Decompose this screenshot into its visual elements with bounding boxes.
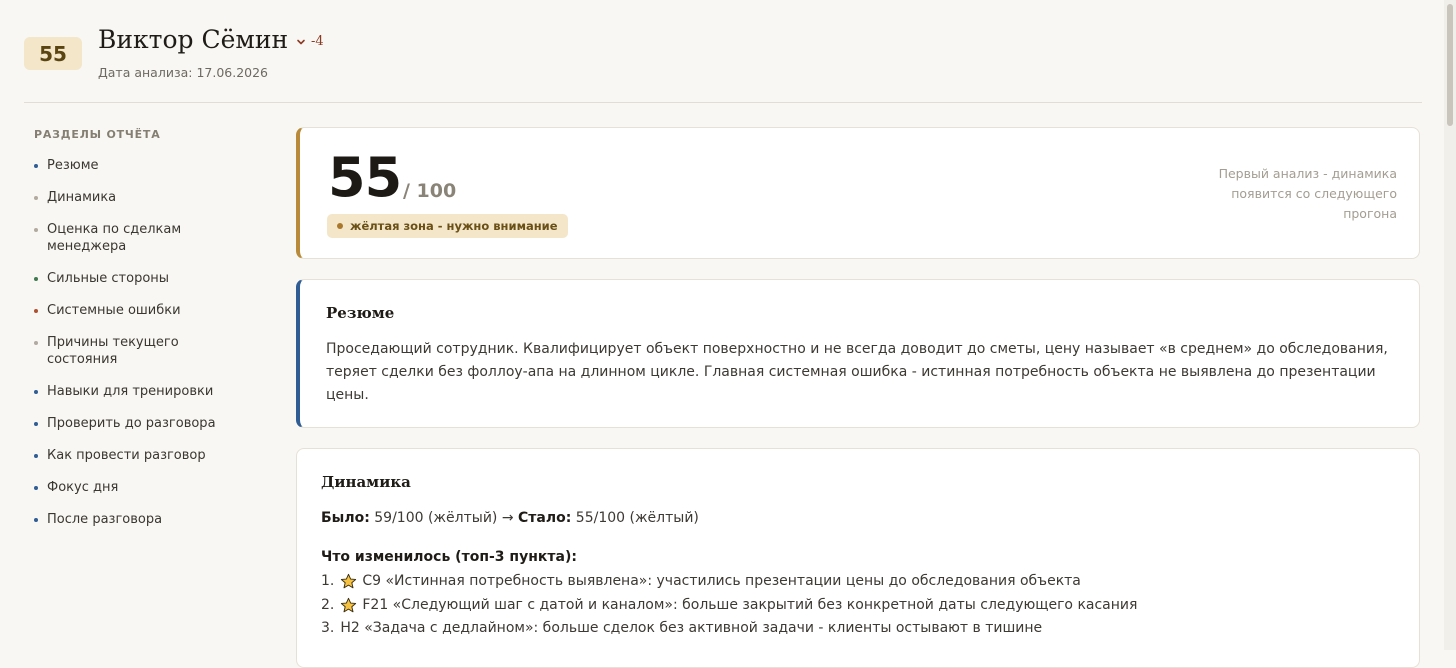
sidebar-item[interactable]: Навыки для тренировки — [34, 383, 222, 400]
zone-dot-icon — [337, 223, 343, 229]
bullet-dot-icon — [34, 196, 38, 200]
change-number: 2. — [321, 596, 335, 613]
zone-label: жёлтая зона - нужно внимание — [350, 219, 558, 233]
scrollbar-thumb[interactable] — [1447, 4, 1453, 126]
sidebar-item-label: Причины текущего состояния — [47, 335, 179, 367]
change-item: 3. H2 «Задача с дедлайном»: больше сделок… — [321, 617, 1137, 641]
change-text: H2 «Задача с дедлайном»: больше сделок б… — [340, 620, 1043, 636]
sidebar-item-label: Как провести разговор — [47, 448, 206, 463]
was-value: 59/100 (жёлтый) — [374, 510, 498, 526]
change-text: C9 «Истинная потребность выявлена»: учас… — [362, 573, 1081, 589]
resume-title: Резюме — [326, 304, 395, 322]
sidebar-item-label: Системные ошибки — [47, 303, 181, 318]
sidebar-item[interactable]: Фокус дня — [34, 479, 222, 496]
sidebar-item-label: Навыки для тренировки — [47, 384, 214, 399]
score-max: / 100 — [403, 180, 457, 202]
sidebar-item[interactable]: Сильные стороны — [34, 270, 222, 287]
resume-text: Проседающий сотрудник. Квалифицирует объ… — [326, 341, 1388, 403]
trend-value: -4 — [311, 34, 324, 49]
now-label: Стало: — [518, 510, 572, 526]
bullet-dot-icon — [34, 486, 38, 490]
sidebar-item-label: После разговора — [47, 512, 163, 527]
sidebar-item-label: Динамика — [47, 190, 117, 205]
page-scrollbar[interactable] — [1444, 0, 1456, 650]
sidebar-item[interactable]: Причины текущего состояния — [34, 334, 222, 368]
total-score: 55 — [328, 146, 402, 209]
change-item: 1. C9 «Истинная потребность выявлена»: уч… — [321, 570, 1137, 594]
header-divider — [24, 102, 1422, 103]
changes-title: Что изменилось (топ-3 пункта): — [321, 549, 577, 565]
sidebar-item[interactable]: Динамика — [34, 189, 222, 206]
dynamics-card: Динамика Было: 59/100 (жёлтый) → Стало: … — [296, 448, 1420, 668]
was-label: Было: — [321, 510, 370, 526]
change-item: 2. F21 «Следующий шаг с датой и каналом»:… — [321, 594, 1137, 618]
sidebar-item[interactable]: Проверить до разговора — [34, 415, 222, 432]
now-value: 55/100 (жёлтый) — [575, 510, 699, 526]
sidebar-item-label: Оценка по сделкам менеджера — [47, 222, 182, 254]
report-header: 55 Виктор Сёмин -4 Дата анализа: 17.06.2… — [24, 25, 1422, 102]
changes-list: 1. C9 «Истинная потребность выявлена»: уч… — [321, 570, 1137, 641]
chevron-down-icon — [297, 39, 305, 44]
change-number: 1. — [321, 573, 335, 589]
bullet-dot-icon — [34, 164, 38, 168]
sidebar-item[interactable]: После разговора — [34, 511, 222, 528]
bullet-dot-icon — [34, 518, 38, 522]
sidebar-item-label: Резюме — [47, 158, 99, 173]
sidebar-item[interactable]: Системные ошибки — [34, 302, 222, 319]
bullet-dot-icon — [34, 277, 38, 281]
score-badge: 55 — [24, 37, 82, 70]
zone-badge: жёлтая зона - нужно внимание — [327, 214, 568, 238]
change-number: 3. — [321, 620, 335, 636]
change-text: F21 «Следующий шаг с датой и каналом»: б… — [362, 596, 1138, 613]
sidebar-item[interactable]: Как провести разговор — [34, 447, 222, 464]
score-trend: -4 — [296, 34, 324, 49]
bullet-dot-icon — [34, 309, 38, 313]
sidebar-item-label: Сильные стороны — [47, 271, 170, 286]
bullet-dot-icon — [34, 390, 38, 394]
report-sections-nav: РАЗДЕЛЫ ОТЧЁТА Резюме Динамика Оценка по с… — [34, 128, 254, 543]
bullet-dot-icon — [34, 422, 38, 426]
star-icon — [340, 597, 357, 614]
sidebar-item[interactable]: Резюме — [34, 157, 222, 174]
star-icon — [340, 573, 357, 590]
sidebar-item-label: Проверить до разговора — [47, 416, 216, 431]
bullet-dot-icon — [34, 341, 38, 345]
dynamics-title: Динамика — [321, 473, 411, 491]
employee-name: Виктор Сёмин — [98, 25, 289, 54]
dynamics-note: Первый анализ - динамика появится со сле… — [1218, 166, 1397, 221]
sidebar-title: РАЗДЕЛЫ ОТЧЁТА — [34, 128, 161, 141]
arrow-right-icon: → — [501, 510, 514, 526]
bullet-dot-icon — [34, 228, 38, 232]
dynamics-summary: Было: 59/100 (жёлтый) → Стало: 55/100 (ж… — [321, 510, 699, 526]
analysis-date: Дата анализа: 17.06.2026 — [98, 65, 269, 80]
bullet-dot-icon — [34, 454, 38, 458]
resume-card: Резюме Проседающий сотрудник. Квалифицир… — [296, 279, 1420, 428]
score-card: 55 / 100 жёлтая зона - нужно внимание Пе… — [296, 127, 1420, 259]
sidebar-item[interactable]: Оценка по сделкам менеджера — [34, 221, 222, 255]
sidebar-item-label: Фокус дня — [47, 480, 119, 495]
